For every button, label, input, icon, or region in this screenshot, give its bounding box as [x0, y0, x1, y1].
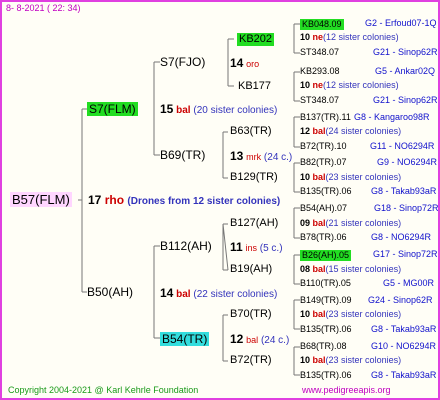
- g3-queen-4: B54(TR): [160, 332, 210, 346]
- g5-code-6: G11 - NO6294R: [370, 141, 435, 151]
- g4-info-3: 12 bal(24 sister colonies): [300, 126, 402, 136]
- g5-code-15: G10 - NO6294R: [371, 341, 437, 351]
- g5-code-9: G18 - Sinop72R: [374, 203, 439, 213]
- g4-info-4: 10 bal(23 sister colonies): [300, 172, 402, 182]
- website-link[interactable]: www.pedigreeapis.org: [302, 386, 391, 395]
- g5-code-11: G17 - Sinop72R: [373, 249, 438, 259]
- g5-queen-5: B137(TR).11: [300, 112, 351, 122]
- generation-date: 8- 8-2021 ( 22: 34): [6, 3, 81, 13]
- g3-info-1: 14 oro: [230, 56, 260, 70]
- g4-info-5: 09 bal(21 sister colonies): [300, 218, 402, 228]
- g3-queen-2: B69(TR): [160, 148, 206, 162]
- g4-info-7: 10 bal(23 sister colonies): [300, 309, 402, 319]
- g5-queen-4: ST348.07: [300, 95, 340, 105]
- g5-queen-9: B54(AH).07: [300, 203, 348, 213]
- root-num: 17: [88, 193, 102, 207]
- g3-queen-3: B112(AH): [160, 239, 212, 253]
- g3-info-3: 11 ins (5 c.): [230, 240, 283, 254]
- g5-queen-15: B68(TR).08: [300, 341, 347, 351]
- root-tag: rho: [104, 193, 125, 207]
- g4-info-6: 08 bal(15 sister colonies): [300, 264, 402, 274]
- g4-queen-7: B70(TR): [230, 308, 272, 320]
- g5-code-2: G21 - Sinop62R: [373, 47, 438, 57]
- g5-code-12: G5 - MG00R: [383, 278, 435, 288]
- g4-queen-6: B19(AH): [230, 263, 273, 275]
- g5-queen-3: KB293.08: [300, 66, 340, 76]
- g5-queen-16: B135(TR).06: [300, 370, 352, 380]
- g5-queen-2: ST348.07: [300, 47, 340, 57]
- g4-queen-3: B63(TR): [230, 125, 272, 137]
- g4-queen-2: KB177: [238, 80, 272, 92]
- g2-queen-2: B50(AH): [87, 285, 134, 299]
- copyright-text: Copyright 2004-2021 @ Karl Kehrle Founda…: [8, 385, 199, 395]
- g5-queen-8: B135(TR).06: [300, 186, 352, 196]
- g4-queen-1: KB202: [237, 33, 275, 46]
- g5-code-1: G2 - Erfoud07-1Q: [365, 18, 437, 28]
- g5-queen-10: B78(TR).06: [300, 232, 347, 242]
- g2-info-1: 15 bal (20 sister colonies): [160, 102, 278, 116]
- g5-queen-7: B82(TR).07: [300, 157, 347, 167]
- root-queen: B57(FLM): [10, 192, 72, 207]
- g4-queen-4: B129(TR): [230, 171, 278, 183]
- g5-code-14: G8 - Takab93aR: [371, 324, 437, 334]
- root-desc: (Drones from 12 sister colonies): [127, 196, 281, 207]
- g4-queen-5: B127(AH): [230, 217, 279, 229]
- g5-queen-14: B135(TR).06: [300, 324, 352, 334]
- g2-queen-1: S7(FLM): [87, 102, 138, 116]
- g3-info-2: 13 mrk (24 c.): [230, 149, 293, 163]
- g5-code-8: G8 - Takab93aR: [371, 186, 437, 196]
- pedigree-frame: 8- 8-2021 ( 22: 34) B57(FLM) 17 rho (Dro…: [0, 0, 440, 400]
- g5-queen-1: KB048.09: [300, 19, 344, 30]
- g4-info-8: 10 bal(23 sister colonies): [300, 355, 402, 365]
- g5-code-13: G24 - Sinop62R: [368, 295, 433, 305]
- g5-code-4: G21 - Sinop62R: [373, 95, 438, 105]
- g5-queen-12: B110(TR).05: [300, 278, 351, 288]
- g3-queen-1: S7(FJO): [160, 55, 206, 69]
- g5-code-5: G8 - Kangaroo98R: [354, 112, 430, 122]
- g5-code-10: G8 - NO6294R: [371, 232, 432, 242]
- g4-sister-2: 10 ne(12 sister colonies): [300, 80, 399, 90]
- g5-code-16: G8 - Takab93aR: [371, 370, 437, 380]
- g2-info-2: 14 bal (22 sister colonies): [160, 286, 278, 300]
- g4-queen-8: B72(TR): [230, 354, 272, 366]
- g4-sister-1: 10 ne(12 sister colonies): [300, 32, 399, 42]
- g3-info-4: 12 bal (24 c.): [230, 332, 290, 346]
- g5-queen-6: B72(TR).10: [300, 141, 347, 151]
- g5-code-7: G9 - NO6294R: [377, 157, 438, 167]
- g5-code-3: G5 - Ankar02Q: [375, 66, 436, 76]
- root-drone-info: 17 rho (Drones from 12 sister colonies): [88, 194, 280, 207]
- g5-queen-13: B149(TR).09: [300, 295, 352, 305]
- g5-queen-11: B26(AH).05: [300, 250, 352, 261]
